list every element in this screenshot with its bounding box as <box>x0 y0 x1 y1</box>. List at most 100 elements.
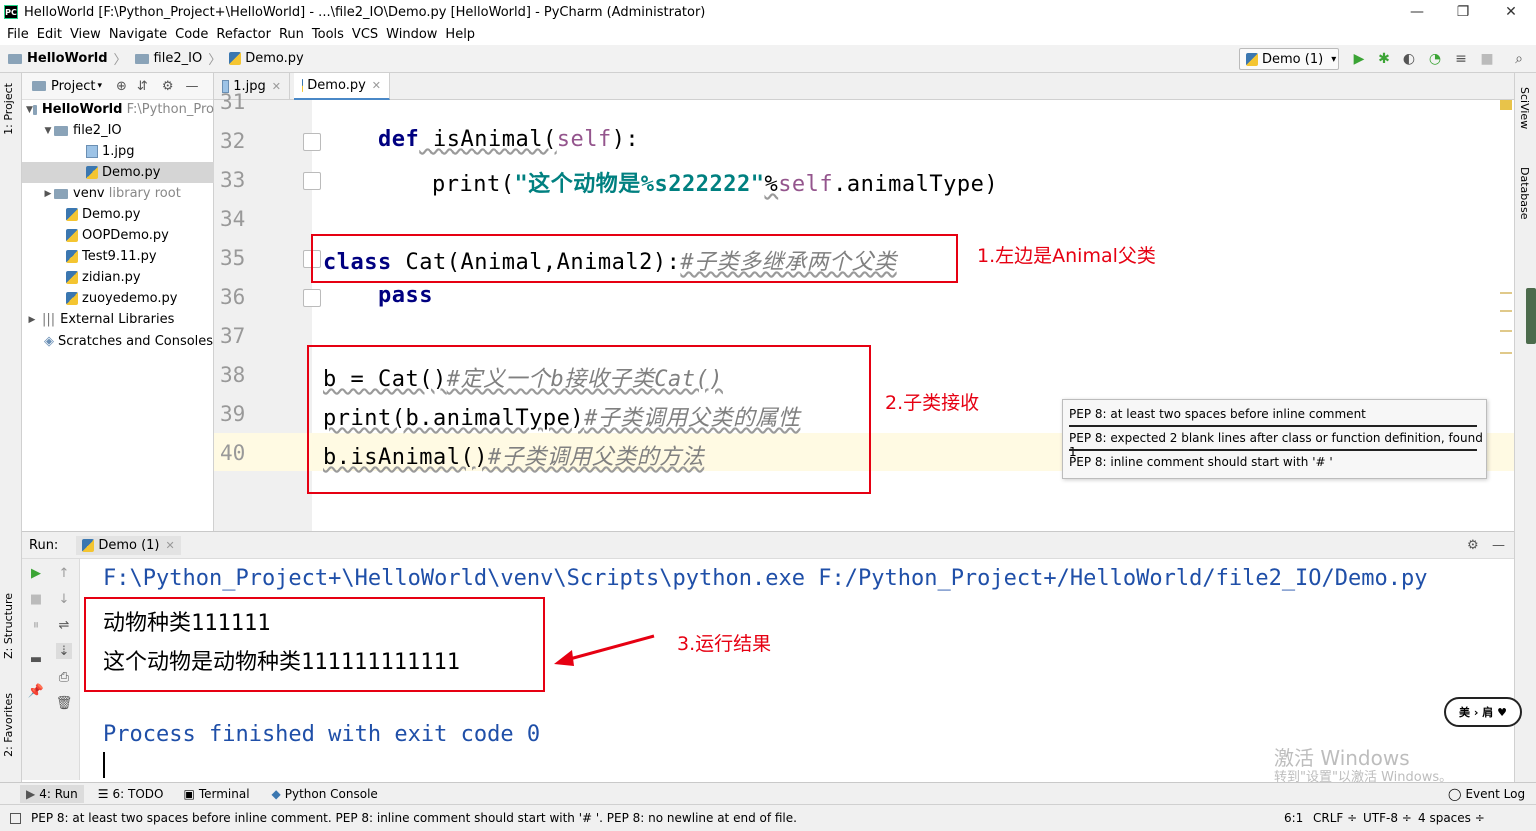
close-tab-icon[interactable]: ✕ <box>166 539 175 552</box>
structure-tool-tab[interactable]: Z: Structure <box>2 593 15 659</box>
tree-item-1-jpg[interactable]: 1.jpg <box>22 141 214 162</box>
search-icon[interactable]: ⌕ <box>1510 50 1528 68</box>
tool-tab-run[interactable]: ▶ 4: Run <box>20 784 84 803</box>
print-icon[interactable]: ⎙ <box>56 669 72 685</box>
warning-marker[interactable] <box>1500 292 1512 294</box>
layout-icon[interactable]: ▬ <box>28 651 44 667</box>
menu-edit[interactable]: Edit <box>37 27 62 42</box>
tree-item-demo-py-selected[interactable]: Demo.py <box>22 162 214 183</box>
warning-marker[interactable] <box>1500 352 1512 354</box>
menu-navigate[interactable]: Navigate <box>109 27 167 42</box>
signature-stamp: 美 › 肩 ♥ <box>1444 697 1522 727</box>
event-log-icon: ◯ <box>1448 786 1462 801</box>
close-tab-icon[interactable]: ✕ <box>272 80 281 93</box>
play-icon: ▶ <box>26 786 36 801</box>
pin-icon[interactable]: 📌 <box>28 683 44 699</box>
menu-vcs[interactable]: VCS <box>352 27 378 42</box>
folder-icon <box>32 81 46 91</box>
tree-item-oopdemo-py[interactable]: OOPDemo.py <box>22 225 214 246</box>
project-panel-header: Project ▾ ⊕ ⇵ ⚙ — <box>22 73 213 100</box>
tool-tab-python-console[interactable]: ◆ Python Console <box>272 787 378 801</box>
inspection-status-icon[interactable] <box>1500 100 1512 110</box>
tree-item-test911-py[interactable]: Test9.11.py <box>22 246 214 267</box>
run-icon[interactable]: ▶ <box>1350 50 1368 68</box>
breadcrumb-folder[interactable]: file2_IO 〉 <box>134 49 221 68</box>
tree-item-file2-io[interactable]: ▼ file2_IO <box>22 120 214 141</box>
stop-icon[interactable]: ■ <box>1478 50 1496 68</box>
menu-file[interactable]: File <box>7 27 29 42</box>
concurrency-icon[interactable]: ≡ <box>1452 50 1470 68</box>
warning-marker[interactable] <box>1500 330 1512 332</box>
annotation-label-1: 1.左边是Animal父类 <box>977 245 1156 267</box>
up-arrow-icon[interactable]: ↑ <box>56 565 72 581</box>
tree-item-scratches[interactable]: ◈ Scratches and Consoles <box>22 331 214 352</box>
hide-icon[interactable]: — <box>1492 538 1505 553</box>
editor-tab-bar: 1.jpg ✕ Demo.py ✕ <box>214 73 1514 100</box>
folder-icon <box>54 188 68 199</box>
annotation-arrow-icon <box>554 634 655 666</box>
status-indent[interactable]: 4 spaces ÷ <box>1418 811 1485 825</box>
tool-tab-terminal[interactable]: ▣ Terminal <box>183 787 249 801</box>
tree-item-external-libraries[interactable]: ▶ ||| External Libraries <box>22 309 214 330</box>
tree-item-zuoyedemo-py[interactable]: zuoyedemo.py <box>22 288 214 309</box>
menu-run[interactable]: Run <box>279 27 304 42</box>
tab-demo-py[interactable]: Demo.py ✕ <box>294 73 390 100</box>
status-toggle-icon[interactable] <box>10 812 21 824</box>
tree-item-demo-py[interactable]: Demo.py <box>22 204 214 225</box>
coverage-icon[interactable]: ◐ <box>1400 50 1418 68</box>
favorites-tool-tab[interactable]: 2: Favorites <box>2 693 15 757</box>
menu-refactor[interactable]: Refactor <box>216 27 271 42</box>
close-window-button[interactable]: ✕ <box>1488 0 1534 24</box>
pause-icon[interactable]: ⏸ <box>28 617 44 633</box>
database-tool-tab[interactable]: Database <box>1518 167 1531 220</box>
tree-item-zidian-py[interactable]: zidian.py <box>22 267 214 288</box>
folder-icon <box>32 104 37 115</box>
python-file-icon <box>66 250 78 263</box>
debug-icon[interactable]: ✱ <box>1375 50 1393 68</box>
status-cursor-position[interactable]: 6:1 <box>1284 811 1303 825</box>
menu-window[interactable]: Window <box>386 27 437 42</box>
warning-marker[interactable] <box>1500 310 1512 312</box>
menu-help[interactable]: Help <box>445 27 475 42</box>
line-number: 33 <box>220 168 246 192</box>
tool-tab-event-log[interactable]: ◯ Event Log <box>1448 787 1525 801</box>
rerun-icon[interactable]: ▶ <box>28 565 44 581</box>
sciview-tool-tab[interactable]: SciView <box>1518 87 1531 129</box>
stop-icon[interactable]: ■ <box>28 591 44 607</box>
trash-icon[interactable]: 🗑 <box>56 695 73 711</box>
soft-wrap-icon[interactable]: ⇌ <box>56 617 72 633</box>
minimize-button[interactable]: — <box>1394 0 1440 24</box>
run-tab-demo[interactable]: Demo (1) ✕ <box>76 535 181 555</box>
gear-icon[interactable]: ⚙ <box>1467 538 1479 553</box>
terminal-icon: ▣ <box>183 786 195 801</box>
collapse-icon[interactable]: ⇵ <box>137 79 148 94</box>
status-encoding[interactable]: UTF-8 ÷ <box>1363 811 1412 825</box>
tooltip-line: PEP 8: at least two spaces before inline… <box>1069 407 1366 421</box>
profile-icon[interactable]: ◔ <box>1426 50 1444 68</box>
tool-tab-todo[interactable]: ☰ 6: TODO <box>98 787 164 801</box>
hide-icon[interactable]: — <box>185 79 198 94</box>
restore-button[interactable]: ❐ <box>1440 0 1486 24</box>
scroll-to-end-icon[interactable]: ⇣ <box>56 643 72 659</box>
locate-icon[interactable]: ⊕ <box>116 79 127 94</box>
tree-item-project-root[interactable]: ▼ HelloWorld F:\Python_Pro <box>22 99 214 120</box>
tree-item-venv[interactable]: ▶ venv library root <box>22 183 214 204</box>
close-tab-icon[interactable]: ✕ <box>372 79 381 92</box>
menu-tools[interactable]: Tools <box>312 27 344 42</box>
down-arrow-icon[interactable]: ↓ <box>56 591 72 607</box>
breadcrumb-file[interactable]: Demo.py <box>229 51 304 66</box>
project-tool-tab[interactable]: 1: Project <box>2 83 15 135</box>
python-file-icon <box>1246 52 1258 66</box>
breadcrumb-project[interactable]: HelloWorld 〉 <box>8 49 127 68</box>
fold-marker-icon[interactable] <box>303 172 321 190</box>
side-scroll-handle[interactable] <box>1526 288 1536 344</box>
fold-marker-icon[interactable] <box>303 289 321 307</box>
run-config-select[interactable]: Demo (1) ▾ <box>1239 48 1339 70</box>
fold-marker-icon[interactable] <box>303 133 321 151</box>
menu-code[interactable]: Code <box>175 27 208 42</box>
status-line-separator[interactable]: CRLF ÷ <box>1313 811 1357 825</box>
project-view-select[interactable]: Project <box>51 79 95 94</box>
line-number: 39 <box>220 402 246 426</box>
gear-icon[interactable]: ⚙ <box>162 79 174 94</box>
menu-view[interactable]: View <box>70 27 101 42</box>
